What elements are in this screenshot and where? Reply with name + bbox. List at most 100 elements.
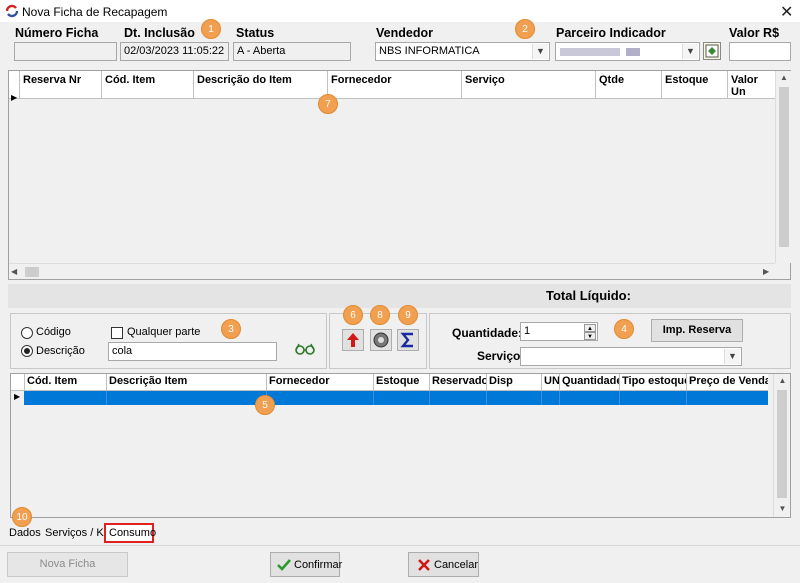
dt-inclusao-field[interactable]: 02/03/2023 11:05:22 bbox=[120, 42, 229, 61]
search-input[interactable]: cola bbox=[108, 342, 277, 361]
cancelar-label: Cancelar bbox=[434, 559, 479, 571]
col-tipo-estoque[interactable]: Tipo estoque bbox=[619, 374, 686, 390]
quantidade-input[interactable]: 1 ▲ ▼ bbox=[520, 322, 598, 341]
wheel-button[interactable] bbox=[370, 329, 392, 351]
parceiro-select[interactable]: ▼ bbox=[555, 42, 700, 61]
parceiro-redacted-value bbox=[560, 48, 620, 56]
x-icon bbox=[418, 559, 430, 571]
search-panel: Código Descrição Qualquer parte 3 cola bbox=[10, 313, 327, 369]
descricao-radio[interactable] bbox=[21, 345, 33, 357]
scroll-up-icon[interactable]: ▲ bbox=[776, 73, 792, 82]
col-servico[interactable]: Serviço bbox=[461, 71, 595, 99]
partner-lookup-icon[interactable] bbox=[703, 42, 721, 60]
action-buttons-panel: 6 8 9 bbox=[329, 305, 427, 369]
callout-badge-1: 1 bbox=[201, 19, 221, 39]
servico-select[interactable]: ▼ bbox=[520, 347, 742, 366]
nova-ficha-button[interactable]: Nova Ficha bbox=[7, 552, 128, 577]
wheel-icon bbox=[373, 332, 389, 348]
col-descricao-item[interactable]: Descrição Item bbox=[106, 374, 266, 390]
title-bar: Nova Ficha de Recapagem ✕ bbox=[0, 0, 800, 22]
quantidade-label: Quantidade: bbox=[452, 326, 523, 340]
status-field[interactable]: A - Aberta bbox=[233, 42, 351, 61]
col-quantidade[interactable]: Quantidade bbox=[559, 374, 619, 390]
col-preco-venda[interactable]: Preço de Venda bbox=[686, 374, 768, 390]
check-icon bbox=[277, 559, 291, 571]
vendedor-value: NBS INFORMATICA bbox=[379, 45, 480, 57]
cell-divider bbox=[429, 391, 430, 405]
up-arrow-icon bbox=[347, 333, 359, 347]
itens-vscroll[interactable]: ▲ ▼ bbox=[773, 374, 790, 517]
valor-label: Valor R$ bbox=[729, 26, 780, 40]
reserva-grid[interactable]: Reserva Nr Cód. Item Descrição do Item F… bbox=[8, 70, 791, 280]
codigo-radio-label: Código bbox=[36, 326, 71, 338]
spin-down-icon[interactable]: ▼ bbox=[584, 332, 596, 340]
col-estoque[interactable]: Estoque bbox=[373, 374, 429, 390]
cell-divider bbox=[619, 391, 620, 405]
row-indicator-icon: ▶ bbox=[14, 392, 21, 401]
dt-inclusao-label: Dt. Inclusão bbox=[124, 26, 195, 40]
selected-row[interactable] bbox=[24, 391, 768, 405]
scroll-thumb[interactable] bbox=[779, 87, 789, 247]
valor-field[interactable] bbox=[729, 42, 791, 61]
cell-divider bbox=[486, 391, 487, 405]
col-fornecedor[interactable]: Fornecedor bbox=[327, 71, 461, 99]
chevron-down-icon[interactable]: ▼ bbox=[532, 44, 548, 59]
close-button[interactable]: ✕ bbox=[780, 2, 793, 22]
scroll-down-icon[interactable]: ▼ bbox=[774, 504, 791, 513]
quantidade-value: 1 bbox=[524, 325, 531, 337]
cell-divider bbox=[559, 391, 560, 405]
sigma-button[interactable] bbox=[397, 329, 419, 351]
confirmar-button[interactable]: Confirmar bbox=[270, 552, 343, 577]
numero-ficha-field[interactable] bbox=[14, 42, 117, 61]
itens-grid[interactable]: Cód. Item Descrição Item Fornecedor Esto… bbox=[10, 373, 791, 518]
tab-consumo[interactable]: Consumo bbox=[104, 523, 156, 543]
cell-divider bbox=[106, 391, 107, 405]
col-un[interactable]: UN bbox=[541, 374, 559, 390]
cell-divider bbox=[373, 391, 374, 405]
app-icon bbox=[5, 4, 19, 18]
parceiro-redacted-suffix bbox=[626, 48, 640, 56]
footer-divider bbox=[0, 545, 800, 546]
codigo-radio[interactable] bbox=[21, 327, 33, 339]
cell-divider bbox=[541, 391, 542, 405]
col-reservado[interactable]: Reservado bbox=[429, 374, 486, 390]
col-cod-item[interactable]: Cód. Item bbox=[101, 71, 193, 99]
col-fornecedor[interactable]: Fornecedor bbox=[266, 374, 373, 390]
vendedor-label: Vendedor bbox=[376, 26, 433, 40]
descricao-radio-label: Descrição bbox=[36, 345, 85, 357]
callout-badge-2: 2 bbox=[515, 19, 535, 39]
chevron-down-icon[interactable]: ▼ bbox=[724, 349, 740, 364]
scroll-left-icon[interactable]: ◀ bbox=[11, 267, 17, 276]
col-reserva-nr[interactable]: Reserva Nr bbox=[19, 71, 101, 99]
callout-badge-7: 7 bbox=[318, 94, 338, 114]
callout-badge-4: 4 bbox=[614, 319, 634, 339]
up-arrow-button[interactable] bbox=[342, 329, 364, 351]
imp-reserva-button[interactable]: Imp. Reserva bbox=[651, 319, 743, 342]
confirmar-label: Confirmar bbox=[294, 559, 343, 571]
reserva-hscroll[interactable]: ◀ ▶ bbox=[9, 263, 775, 279]
callout-badge-8: 8 bbox=[370, 305, 390, 325]
total-liquido-label: Total Líquido: bbox=[546, 288, 631, 303]
qualquer-parte-label: Qualquer parte bbox=[127, 326, 201, 338]
col-valor-un[interactable]: Valor Un bbox=[727, 71, 775, 99]
cancelar-button[interactable]: Cancelar bbox=[408, 552, 479, 577]
vendedor-select[interactable]: NBS INFORMATICA ▼ bbox=[375, 42, 550, 61]
reserva-vscroll[interactable]: ▲ bbox=[775, 71, 791, 263]
col-cod-item[interactable]: Cód. Item bbox=[24, 374, 106, 390]
col-descricao-item[interactable]: Descrição do Item bbox=[193, 71, 327, 99]
qualquer-parte-checkbox[interactable] bbox=[111, 327, 123, 339]
hscroll-thumb[interactable] bbox=[25, 267, 39, 277]
col-qtde[interactable]: Qtde bbox=[595, 71, 661, 99]
scroll-thumb[interactable] bbox=[777, 390, 787, 498]
glasses-icon[interactable] bbox=[294, 342, 316, 356]
quantidade-panel: Quantidade: 1 ▲ ▼ 4 Imp. Reserva Serviço… bbox=[429, 313, 791, 369]
scroll-right-icon[interactable]: ▶ bbox=[763, 267, 769, 276]
chevron-down-icon[interactable]: ▼ bbox=[682, 44, 698, 59]
spin-up-icon[interactable]: ▲ bbox=[584, 324, 596, 332]
numero-ficha-label: Número Ficha bbox=[15, 26, 99, 40]
col-disp[interactable]: Disp bbox=[486, 374, 541, 390]
status-label: Status bbox=[236, 26, 275, 40]
scroll-up-icon[interactable]: ▲ bbox=[774, 376, 791, 385]
cell-divider bbox=[686, 391, 687, 405]
col-estoque[interactable]: Estoque bbox=[661, 71, 727, 99]
